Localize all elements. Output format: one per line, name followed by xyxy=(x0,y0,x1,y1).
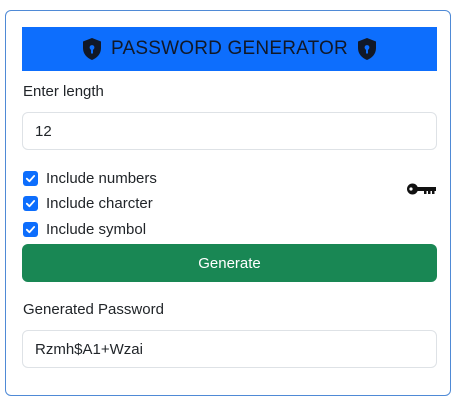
checkbox-checked-icon[interactable] xyxy=(23,222,38,237)
header-bar: PASSWORD GENERATOR xyxy=(22,27,437,71)
generate-button-label: Generate xyxy=(198,254,261,272)
generated-password-label: Generated Password xyxy=(23,301,164,318)
option-include-character[interactable]: Include charcter xyxy=(23,195,153,212)
length-input[interactable]: 12 xyxy=(22,112,437,150)
option-include-symbol[interactable]: Include symbol xyxy=(23,221,146,238)
password-generator-card: PASSWORD GENERATOR Enter length 12 Inclu… xyxy=(5,10,451,396)
shield-lock-icon xyxy=(83,38,102,60)
checkbox-checked-icon[interactable] xyxy=(23,196,38,211)
key-icon xyxy=(407,183,436,195)
generated-password-value: Rzmh$A1+Wzai xyxy=(35,340,143,358)
generate-button[interactable]: Generate xyxy=(22,244,437,282)
option-label: Include charcter xyxy=(46,195,153,212)
length-label: Enter length xyxy=(23,83,104,100)
length-input-value: 12 xyxy=(35,122,52,140)
checkbox-checked-icon[interactable] xyxy=(23,171,38,186)
option-label: Include numbers xyxy=(46,170,157,187)
shield-lock-icon xyxy=(357,38,376,60)
option-include-numbers[interactable]: Include numbers xyxy=(23,170,157,187)
page-title: PASSWORD GENERATOR xyxy=(111,38,348,59)
generated-password-field[interactable]: Rzmh$A1+Wzai xyxy=(22,330,437,368)
option-label: Include symbol xyxy=(46,221,147,238)
